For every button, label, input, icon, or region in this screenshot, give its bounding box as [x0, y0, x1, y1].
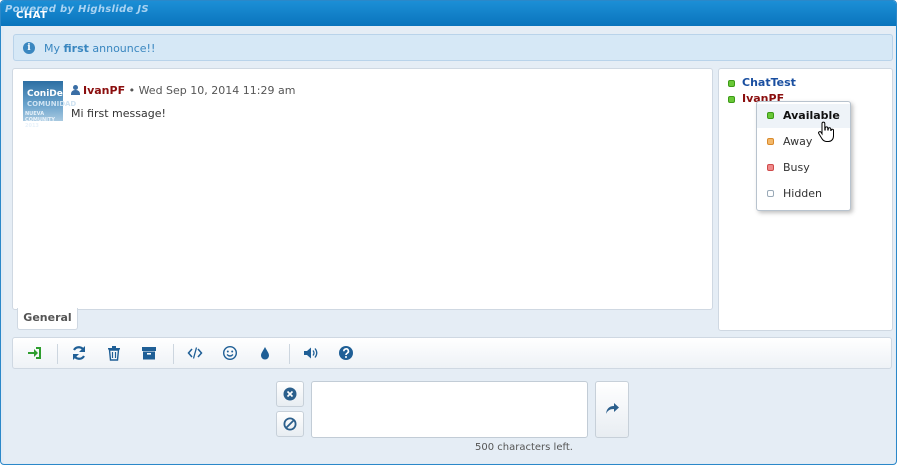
- volume-icon[interactable]: [303, 345, 319, 361]
- send-button[interactable]: [595, 381, 629, 438]
- toolbar-divider: [289, 344, 290, 364]
- announcement-suffix: announce!!: [88, 42, 156, 55]
- refresh-icon[interactable]: [71, 345, 87, 361]
- ban-icon: [283, 417, 297, 431]
- announcement-text: My first announce!!: [44, 42, 155, 55]
- smiley-icon[interactable]: [222, 345, 238, 361]
- share-arrow-icon: [606, 403, 619, 414]
- status-option-hidden[interactable]: Hidden: [757, 182, 850, 206]
- close-circle-icon: [283, 387, 297, 401]
- chat-window: Powered by Highslide JS CHAT i My first …: [0, 0, 897, 465]
- window-title: CHAT: [16, 10, 48, 21]
- status-option-busy[interactable]: Busy: [757, 156, 850, 180]
- status-option-label: Hidden: [783, 187, 823, 200]
- message-datetime: Wed Sep 10, 2014 11:29 am: [138, 84, 296, 97]
- status-menu: Available Away Busy Hidden: [756, 101, 851, 211]
- message-separator: •: [125, 84, 139, 97]
- status-option-label: Away: [783, 135, 813, 148]
- characters-left-label: 500 characters left.: [475, 442, 573, 453]
- archive-icon[interactable]: [141, 345, 157, 361]
- avatar-text-3: NUEVA COMUNITY 2013: [25, 111, 56, 129]
- user-icon: [71, 85, 80, 95]
- status-option-available[interactable]: Available: [757, 104, 850, 128]
- announcement-banner: i My first announce!!: [13, 34, 893, 61]
- info-icon: i: [23, 42, 35, 54]
- status-available-icon: [767, 112, 774, 119]
- chat-content: i My first announce!! ConiDev COMUNIDAD …: [4, 26, 895, 463]
- status-option-label: Busy: [783, 161, 810, 174]
- toolbar-divider: [57, 344, 58, 364]
- status-busy-icon: [767, 164, 774, 171]
- status-available-icon: [728, 79, 735, 87]
- toolbar-divider: [173, 344, 174, 364]
- avatar-text-1: ConiDev: [27, 89, 69, 99]
- clear-button[interactable]: [276, 381, 304, 407]
- status-hidden-icon: [767, 190, 774, 197]
- message-panel[interactable]: ConiDev COMUNIDAD NUEVA COMUNITY 2013 Iv…: [12, 68, 713, 310]
- status-away-icon: [767, 138, 774, 145]
- hand-cursor-icon: [818, 121, 834, 142]
- tab-general[interactable]: General: [17, 308, 78, 330]
- user-name: ChatTest: [742, 76, 796, 89]
- help-icon[interactable]: [338, 345, 354, 361]
- status-option-away[interactable]: Away: [757, 130, 850, 154]
- user-list-item[interactable]: ChatTest: [728, 76, 796, 89]
- avatar: ConiDev COMUNIDAD NUEVA COMUNITY 2013: [23, 81, 76, 129]
- title-bar[interactable]: Powered by Highslide JS CHAT: [1, 1, 896, 26]
- message-input[interactable]: [311, 381, 588, 438]
- message-body: Mi first message!: [71, 107, 166, 120]
- avatar-text-2: COMUNIDAD: [27, 100, 77, 108]
- disable-button[interactable]: [276, 411, 304, 437]
- color-drop-icon[interactable]: [257, 345, 273, 361]
- message-header: IvanPF • Wed Sep 10, 2014 11:29 am: [71, 84, 295, 97]
- code-icon[interactable]: [187, 345, 203, 361]
- sign-in-icon[interactable]: [27, 345, 43, 361]
- status-available-icon: [728, 95, 735, 103]
- message-author[interactable]: IvanPF: [83, 84, 125, 97]
- trash-icon[interactable]: [106, 345, 122, 361]
- announcement-prefix: My: [44, 42, 64, 55]
- announcement-bold: first: [63, 42, 89, 55]
- composer-area: 500 characters left.: [4, 369, 895, 463]
- chat-toolbar: [12, 337, 892, 369]
